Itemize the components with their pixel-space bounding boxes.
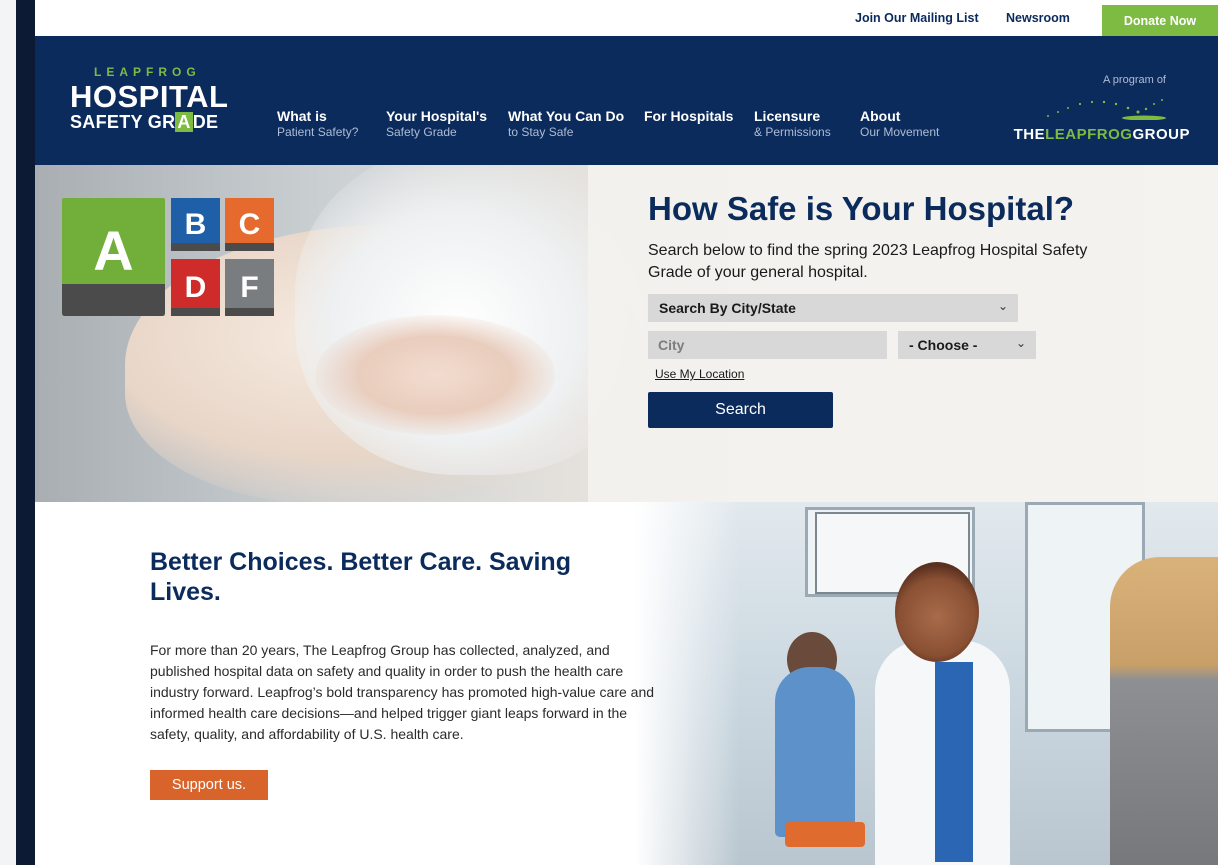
search-button[interactable]: Search bbox=[648, 392, 833, 428]
city-placeholder: City bbox=[658, 337, 685, 353]
nav-for-hospitals[interactable]: For Hospitals bbox=[644, 108, 733, 124]
nav-main-label: Licensure bbox=[754, 108, 821, 124]
city-input[interactable]: City bbox=[648, 331, 887, 359]
logo-bottom-pre: SAFETY GR bbox=[70, 112, 176, 132]
photo-patient bbox=[1110, 557, 1218, 865]
main-header: LEAPFROG HOSPITAL SAFETY GR A DE What is P… bbox=[35, 36, 1218, 165]
use-my-location-link[interactable]: Use My Location bbox=[655, 367, 744, 381]
lf-leapfrog: LEAPFROG bbox=[1045, 126, 1133, 143]
donate-button[interactable]: Donate Now bbox=[1102, 5, 1218, 36]
nav-main-label: About bbox=[860, 108, 901, 124]
grade-tiles-logo: A B C D F bbox=[62, 198, 274, 318]
program-label: A program of bbox=[1103, 74, 1166, 86]
nav-what-is[interactable]: What is Patient Safety? bbox=[277, 108, 358, 140]
support-us-button[interactable]: Support us. bbox=[150, 770, 268, 800]
hero-photo-baby-hand bbox=[315, 315, 555, 435]
nav-licensure[interactable]: Licensure & Permissions bbox=[754, 108, 831, 140]
nav-your-hospital[interactable]: Your Hospital's Safety Grade bbox=[386, 108, 487, 140]
photo-nurse bbox=[775, 667, 855, 837]
tile-bar bbox=[171, 243, 220, 251]
leapfrog-dots-icon bbox=[1047, 99, 1166, 120]
left-edge bbox=[0, 0, 16, 865]
nav-sub-label: to Stay Safe bbox=[508, 125, 574, 139]
photo-doctor-head bbox=[895, 562, 979, 662]
photo-doctor-scrubs bbox=[935, 662, 973, 862]
state-select[interactable]: - Choose - ⌄ bbox=[898, 331, 1036, 359]
photo-chair bbox=[785, 822, 865, 847]
search-mode-select[interactable]: Search By City/State ⌄ bbox=[648, 294, 1018, 322]
nav-sub-label: Safety Grade bbox=[386, 125, 457, 139]
nav-what-you-can-do[interactable]: What You Can Do to Stay Safe bbox=[508, 108, 624, 140]
utility-bar: Join Our Mailing List Newsroom Donate No… bbox=[35, 0, 1218, 36]
nav-sub-label: Patient Safety? bbox=[277, 125, 359, 139]
mission-section: Better Choices. Better Care. Saving Live… bbox=[35, 502, 1218, 865]
leapfrog-group-logo[interactable]: A program of THELEAPFROGGROUP bbox=[1010, 74, 1190, 154]
state-select-value: - Choose - bbox=[909, 337, 978, 353]
nav-main-label: What is bbox=[277, 108, 327, 124]
nav-sub-label: Our Movement bbox=[860, 125, 940, 139]
leapfrog-group-name: THELEAPFROGGROUP bbox=[1014, 126, 1190, 143]
tile-bar bbox=[171, 308, 220, 316]
logo-main-text: HOSPITAL bbox=[70, 79, 229, 114]
search-mode-value: Search By City/State bbox=[659, 300, 796, 316]
logo-bottom-post: DE bbox=[192, 112, 219, 132]
hero-section: A B C D F How Safe is Your Hospital? Sea… bbox=[35, 165, 1218, 502]
nav-main-label: For Hospitals bbox=[644, 108, 734, 124]
nav-main-label: Your Hospital's bbox=[386, 108, 488, 124]
chevron-down-icon: ⌄ bbox=[1015, 336, 1026, 350]
logo-grade-box: A bbox=[175, 112, 193, 132]
mission-title: Better Choices. Better Care. Saving Live… bbox=[150, 548, 571, 606]
nav-sub-label: & Permissions bbox=[754, 125, 831, 139]
newsroom-link[interactable]: Newsroom bbox=[1006, 11, 1070, 25]
nav-about[interactable]: About Our Movement bbox=[860, 108, 939, 140]
logo-bottom-text: SAFETY GR A DE bbox=[70, 112, 235, 132]
hero-title: How Safe is Your Hospital? bbox=[648, 190, 1075, 227]
tile-bar bbox=[225, 308, 274, 316]
tile-bar bbox=[225, 243, 274, 251]
chevron-down-icon: ⌄ bbox=[997, 299, 1008, 313]
lf-group: GROUP bbox=[1132, 126, 1190, 143]
grade-tile-a-bar bbox=[62, 284, 165, 316]
logo-top-text: LEAPFROG bbox=[94, 65, 201, 79]
lf-the: THE bbox=[1013, 126, 1046, 143]
hero-description: Search below to find the spring 2023 Lea… bbox=[648, 242, 1088, 281]
site-logo[interactable]: LEAPFROG HOSPITAL SAFETY GR A DE bbox=[70, 65, 235, 145]
page: Join Our Mailing List Newsroom Donate No… bbox=[35, 0, 1218, 865]
nav-main-label: What You Can Do bbox=[508, 108, 625, 124]
mission-body: For more than 20 years, The Leapfrog Gro… bbox=[150, 642, 655, 742]
mailing-list-link[interactable]: Join Our Mailing List bbox=[855, 11, 979, 25]
